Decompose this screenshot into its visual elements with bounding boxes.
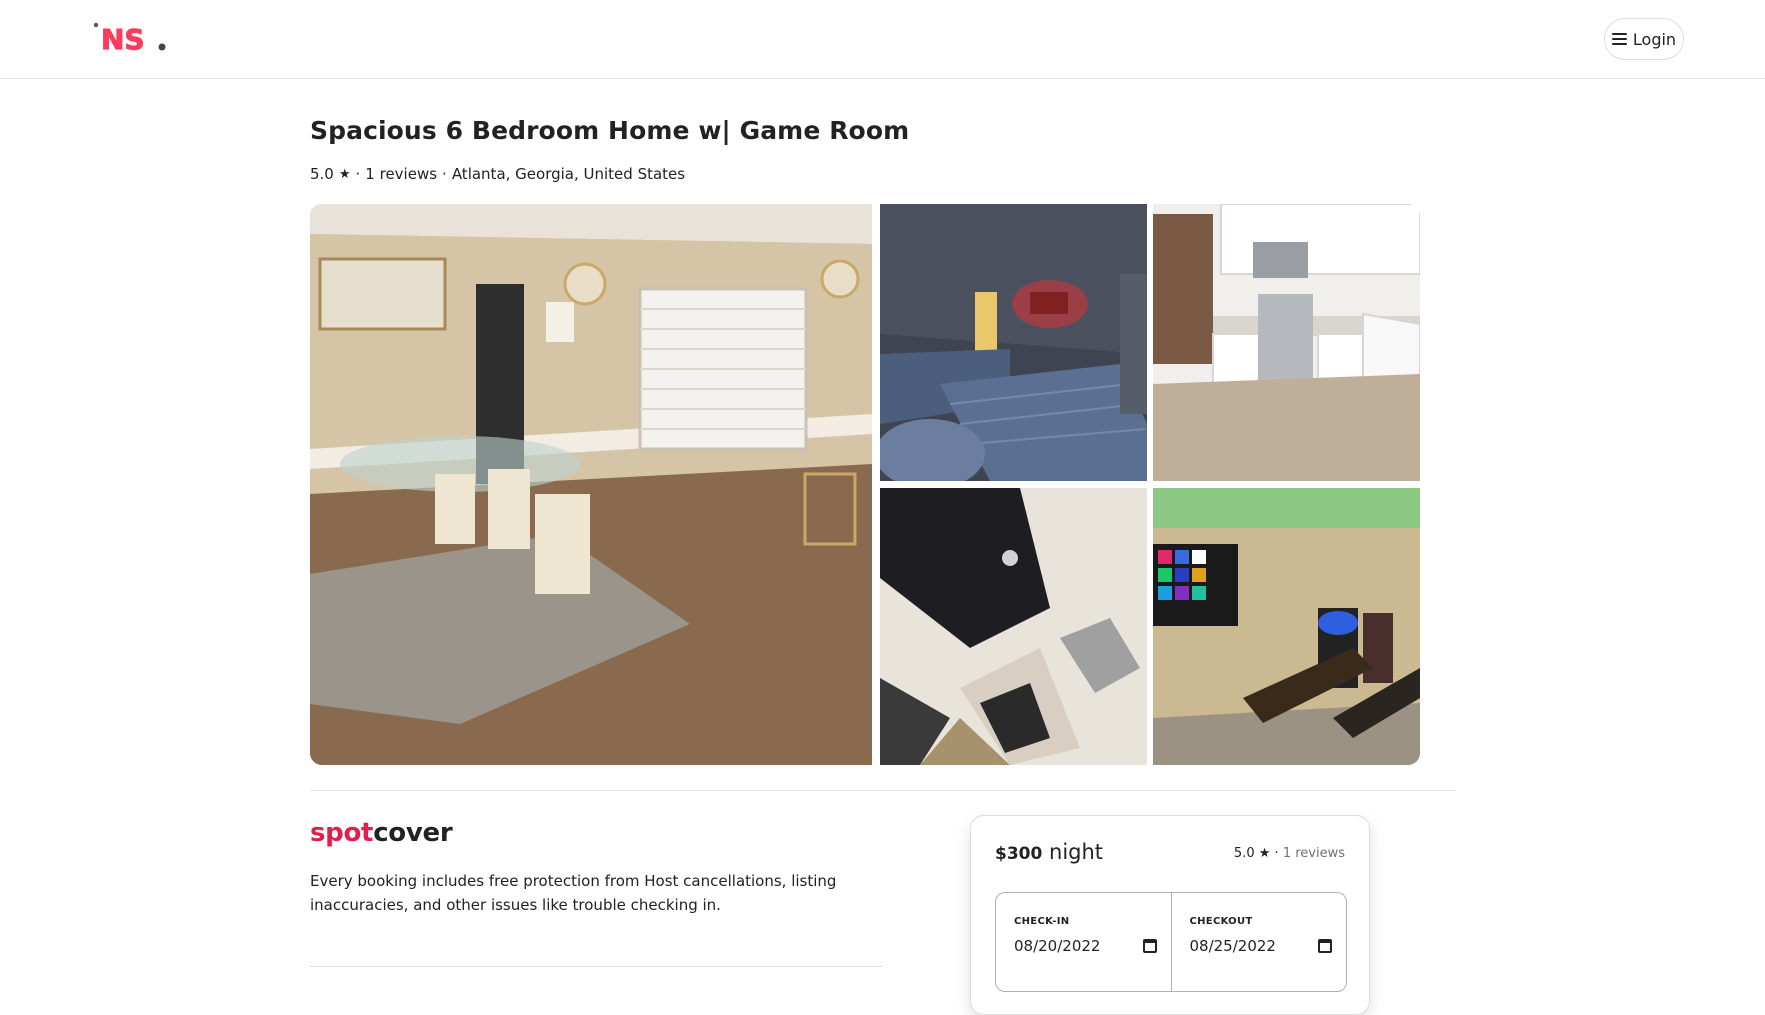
checkout-label: CHECKOUT xyxy=(1189,916,1253,927)
photo-dining-room[interactable] xyxy=(310,204,872,765)
photo-living-room-tv[interactable] xyxy=(880,488,1147,765)
login-label: Login xyxy=(1632,29,1677,49)
booking-reviews-link[interactable]: 1 reviews xyxy=(1283,846,1345,861)
site-logo[interactable]: NS xyxy=(92,20,172,57)
listing-reviews-link[interactable]: 1 reviews xyxy=(365,165,437,183)
photo-game-room[interactable] xyxy=(1153,488,1420,765)
listing-location[interactable]: Atlanta, Georgia, United States xyxy=(452,165,685,183)
hamburger-menu-icon xyxy=(1611,33,1627,45)
booking-rating: 5.0 ★ · 1 reviews xyxy=(1233,846,1345,861)
calendar-icon[interactable] xyxy=(1142,939,1157,953)
spotcover-brand-spot: spot xyxy=(310,818,374,848)
photo-gallery xyxy=(310,204,1420,765)
star-icon: ★ xyxy=(338,166,351,182)
spotcover-heading: spotcover xyxy=(310,818,453,848)
date-picker: CHECK-IN 08/20/2022 CHECKOUT 08/25/2022 xyxy=(995,892,1347,992)
login-button[interactable]: Login xyxy=(1604,18,1684,60)
price-unit: night xyxy=(1049,840,1104,864)
content-divider xyxy=(310,966,882,967)
checkout-value: 08/25/2022 xyxy=(1189,937,1276,955)
star-icon: ★ xyxy=(1258,846,1271,861)
photo-kitchen[interactable] xyxy=(1153,204,1420,481)
booking-card: $300 night 5.0 ★ · 1 reviews CHECK-IN 08… xyxy=(970,815,1370,1015)
calendar-icon[interactable] xyxy=(1318,939,1332,953)
checkin-value: 08/20/2022 xyxy=(1014,937,1101,955)
spotcover-brand-cover: cover xyxy=(373,818,453,848)
spotcover-description: Every booking includes free protection f… xyxy=(310,872,837,914)
checkin-label: CHECK-IN xyxy=(1014,916,1070,927)
listing-meta: 5.0 ★ · 1 reviews · Atlanta, Georgia, Un… xyxy=(310,165,686,183)
photo-bedroom[interactable] xyxy=(880,204,1147,481)
section-divider xyxy=(310,790,1456,791)
checkin-field[interactable]: CHECK-IN 08/20/2022 xyxy=(996,893,1171,991)
listing-title: Spacious 6 Bedroom Home w| Game Room xyxy=(310,116,910,145)
price-per-night: $300 night xyxy=(995,840,1103,864)
checkout-field[interactable]: CHECKOUT 08/25/2022 xyxy=(1170,893,1347,991)
price-amount: $300 xyxy=(995,844,1043,864)
site-header: NS Login xyxy=(0,0,1765,79)
listing-rating: 5.0 xyxy=(310,165,334,183)
svg-text:NS: NS xyxy=(101,23,145,56)
